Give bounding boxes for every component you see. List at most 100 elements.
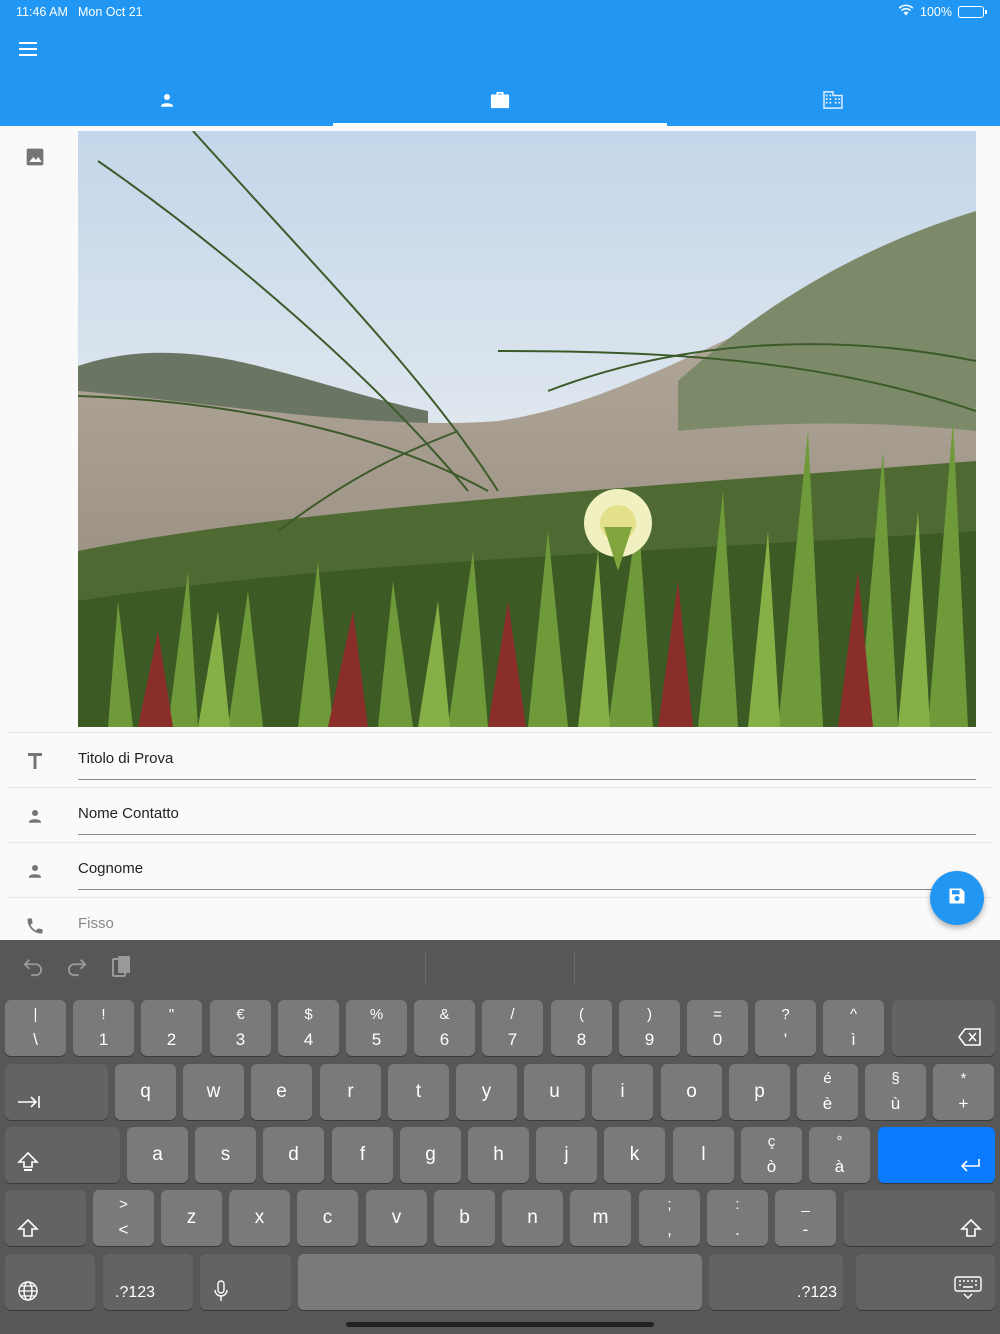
field-separator bbox=[8, 787, 992, 788]
key-accent-0[interactable]: éè bbox=[797, 1064, 858, 1120]
key-label: f bbox=[359, 1144, 366, 1165]
key-top-label: § bbox=[891, 1070, 900, 1087]
key-angle[interactable]: > < bbox=[93, 1190, 154, 1246]
title-field-value: Titolo di Prova bbox=[78, 750, 174, 767]
key-label: t bbox=[415, 1081, 422, 1102]
key-e[interactable]: e bbox=[251, 1064, 312, 1120]
key-f[interactable]: f bbox=[332, 1127, 393, 1183]
key-10[interactable]: = 0 bbox=[687, 1000, 748, 1056]
key-12[interactable]: ^ ì bbox=[823, 1000, 884, 1056]
tab-work[interactable] bbox=[333, 78, 667, 126]
contact-photo[interactable] bbox=[78, 131, 976, 727]
key-top-label: ç bbox=[767, 1133, 776, 1150]
key-l[interactable]: l bbox=[673, 1127, 734, 1183]
key-t[interactable]: t bbox=[388, 1064, 449, 1120]
key-j[interactable]: j bbox=[536, 1127, 597, 1183]
key-h[interactable]: h bbox=[468, 1127, 529, 1183]
caps-lock-key[interactable] bbox=[5, 1127, 120, 1183]
numbers-key-right[interactable]: .?123 bbox=[709, 1254, 843, 1310]
key-8[interactable]: (8 bbox=[551, 1000, 612, 1056]
key-accent-2[interactable]: * + bbox=[933, 1064, 994, 1120]
undo-icon[interactable] bbox=[20, 954, 46, 980]
landline-field[interactable]: Fisso bbox=[78, 901, 976, 940]
key-2[interactable]: " 2 bbox=[141, 1000, 202, 1056]
photo-divider bbox=[8, 732, 992, 733]
key-top-label: $ bbox=[304, 1006, 313, 1023]
key-0[interactable]: | \ bbox=[5, 1000, 66, 1056]
app-bar: 11:46 AM Mon Oct 21 100% bbox=[0, 0, 1000, 126]
key-1[interactable]: ! 1 bbox=[73, 1000, 134, 1056]
key-k[interactable]: k bbox=[604, 1127, 665, 1183]
key-b[interactable]: b bbox=[434, 1190, 495, 1246]
shift-left-key[interactable] bbox=[5, 1190, 86, 1246]
key-label: w bbox=[206, 1081, 221, 1102]
key-m[interactable]: m bbox=[570, 1190, 631, 1246]
key-y[interactable]: y bbox=[456, 1064, 517, 1120]
key-label: o bbox=[686, 1081, 697, 1102]
key-w[interactable]: w bbox=[183, 1064, 244, 1120]
key-accent-1[interactable]: § ù bbox=[865, 1064, 926, 1120]
delete-key[interactable] bbox=[892, 1000, 995, 1056]
key-i[interactable]: i bbox=[592, 1064, 653, 1120]
key-top-label: / bbox=[510, 1006, 515, 1023]
key-g[interactable]: g bbox=[400, 1127, 461, 1183]
paste-icon[interactable] bbox=[108, 954, 134, 980]
key-4[interactable]: $4 bbox=[278, 1000, 339, 1056]
key-label: h bbox=[493, 1144, 504, 1165]
key-label: m bbox=[592, 1207, 609, 1228]
shift-right-key[interactable] bbox=[844, 1190, 995, 1246]
save-button[interactable] bbox=[930, 871, 984, 925]
key-punct-1[interactable]: :. bbox=[707, 1190, 768, 1246]
key-11[interactable]: ? ' bbox=[755, 1000, 816, 1056]
key-accent-r3-1[interactable]: ° à bbox=[809, 1127, 870, 1183]
tab-person[interactable] bbox=[0, 78, 333, 126]
home-indicator bbox=[346, 1322, 654, 1327]
last-name-field[interactable]: Cognome bbox=[78, 846, 976, 890]
key-o[interactable]: o bbox=[661, 1064, 722, 1120]
key-3[interactable]: €3 bbox=[210, 1000, 271, 1056]
key-c[interactable]: c bbox=[297, 1190, 358, 1246]
key-label: k bbox=[629, 1144, 640, 1165]
key-punct-2[interactable]: _ - bbox=[775, 1190, 836, 1246]
key-7[interactable]: /7 bbox=[482, 1000, 543, 1056]
key-q[interactable]: q bbox=[115, 1064, 176, 1120]
key-label: d bbox=[288, 1144, 299, 1165]
space-key[interactable] bbox=[298, 1254, 702, 1310]
key-u[interactable]: u bbox=[524, 1064, 585, 1120]
key-v[interactable]: v bbox=[366, 1190, 427, 1246]
key-top-label: = bbox=[713, 1006, 722, 1023]
menu-button[interactable] bbox=[12, 36, 44, 66]
key-p[interactable]: p bbox=[729, 1064, 790, 1120]
key-top-label: * bbox=[960, 1070, 967, 1087]
return-key[interactable] bbox=[878, 1127, 995, 1183]
hide-keyboard-key[interactable] bbox=[856, 1254, 995, 1310]
key-a[interactable]: a bbox=[127, 1127, 188, 1183]
key-n[interactable]: n bbox=[502, 1190, 563, 1246]
key-6[interactable]: & 6 bbox=[414, 1000, 475, 1056]
battery-icon bbox=[958, 5, 987, 18]
key-accent-r3-0[interactable]: çò bbox=[741, 1127, 802, 1183]
key-bottom-label: . bbox=[735, 1220, 740, 1239]
key-top-label: : bbox=[735, 1196, 740, 1213]
tab-key[interactable] bbox=[5, 1064, 108, 1120]
key-9[interactable]: ) 9 bbox=[619, 1000, 680, 1056]
tab-icon bbox=[17, 1094, 41, 1110]
title-icon bbox=[22, 748, 48, 774]
numbers-key-left[interactable]: .?123 bbox=[103, 1254, 193, 1310]
tab-company[interactable] bbox=[667, 78, 1000, 126]
first-name-field[interactable]: Nome Contatto bbox=[78, 791, 976, 835]
title-field[interactable]: Titolo di Prova bbox=[78, 736, 976, 780]
key-label: l bbox=[701, 1144, 706, 1165]
key-5[interactable]: % 5 bbox=[346, 1000, 407, 1056]
key-x[interactable]: x bbox=[229, 1190, 290, 1246]
globe-key[interactable] bbox=[5, 1254, 95, 1310]
key-r[interactable]: r bbox=[320, 1064, 381, 1120]
key-d[interactable]: d bbox=[263, 1127, 324, 1183]
first-name-field-value: Nome Contatto bbox=[78, 805, 179, 822]
dictation-key[interactable] bbox=[200, 1254, 291, 1310]
redo-icon[interactable] bbox=[64, 954, 90, 980]
key-s[interactable]: s bbox=[195, 1127, 256, 1183]
key-bottom-label: ' bbox=[783, 1030, 788, 1049]
key-z[interactable]: z bbox=[161, 1190, 222, 1246]
key-punct-0[interactable]: ;, bbox=[639, 1190, 700, 1246]
